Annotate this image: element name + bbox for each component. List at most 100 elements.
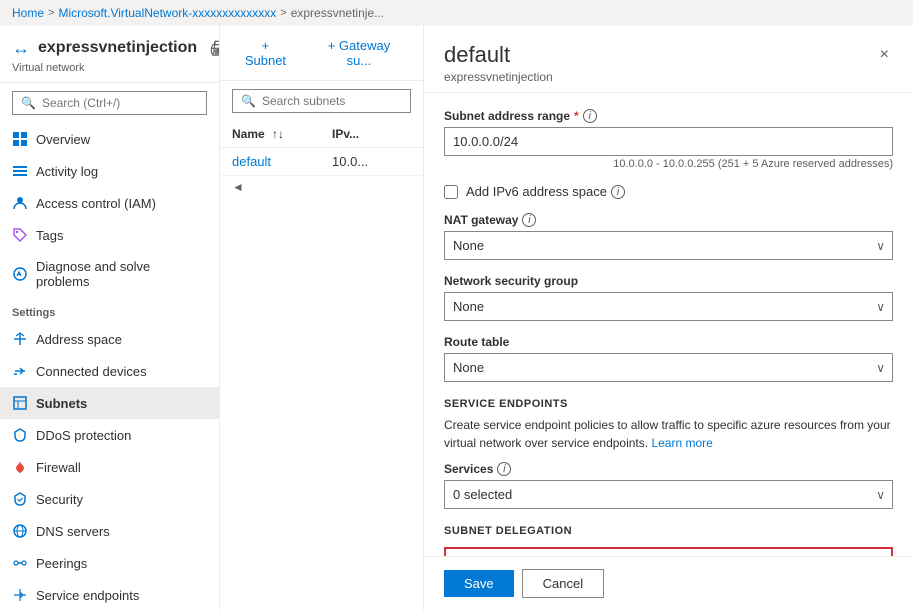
service-endpoints-label: Service endpoints <box>36 588 139 603</box>
sidebar-item-address-space[interactable]: Address space <box>0 323 219 355</box>
address-space-label: Address space <box>36 332 122 347</box>
service-endpoints-icon <box>12 587 28 603</box>
subnets-icon <box>12 395 28 411</box>
subnet-delegation-title: SUBNET DELEGATION <box>444 525 893 537</box>
close-button[interactable]: × <box>876 42 893 68</box>
add-gateway-subnet-button[interactable]: + Gateway su... <box>307 34 411 72</box>
sidebar-item-access-control[interactable]: Access control (IAM) <box>0 187 219 219</box>
sidebar-search-box[interactable]: 🔍 <box>12 91 207 115</box>
sidebar-title-row: ↔ expressvnetinjection 🖨 « <box>12 36 207 60</box>
print-icon[interactable]: 🖨 <box>209 40 220 57</box>
breadcrumb-sep-1: > <box>48 7 54 19</box>
search-icon: 🔍 <box>21 96 36 110</box>
connected-devices-icon <box>12 363 28 379</box>
sidebar-item-peerings[interactable]: Peerings <box>0 547 219 579</box>
sort-icon[interactable]: ↑↓ <box>272 127 284 141</box>
panel-title: default <box>444 42 553 68</box>
panel-header: default expressvnetinjection × <box>424 26 913 93</box>
panel-footer: Save Cancel <box>424 556 913 610</box>
delegation-box: Delegate subnet to a service i Microsoft… <box>444 547 893 556</box>
access-control-icon <box>12 195 28 211</box>
sidebar-subtitle: Virtual network <box>12 62 207 74</box>
subnet-delegation-section: SUBNET DELEGATION <box>444 525 893 537</box>
ipv6-checkbox[interactable] <box>444 185 458 199</box>
dns-servers-label: DNS servers <box>36 524 110 539</box>
subnet-search-input[interactable] <box>262 94 402 108</box>
service-endpoints-section: SERVICE ENDPOINTS Create service endpoin… <box>444 398 893 452</box>
sidebar-item-dns-servers[interactable]: DNS servers <box>0 515 219 547</box>
subnets-label: Subnets <box>36 396 87 411</box>
nat-gateway-info-icon[interactable]: i <box>522 213 536 227</box>
sidebar-item-connected-devices[interactable]: Connected devices <box>0 355 219 387</box>
breadcrumb-sep-2: > <box>280 7 286 19</box>
access-control-label: Access control (IAM) <box>36 196 156 211</box>
add-subnet-label: + Subnet <box>240 38 291 68</box>
sidebar-item-security[interactable]: Security <box>0 483 219 515</box>
vnet-icon: ↔ <box>12 38 30 59</box>
panel-header-text: default expressvnetinjection <box>444 42 553 84</box>
add-gateway-label: + Gateway su... <box>315 38 403 68</box>
subnet-search-box[interactable]: 🔍 <box>232 89 411 113</box>
ipv6-label[interactable]: Add IPv6 address space i <box>466 184 625 199</box>
firewall-icon <box>12 459 28 475</box>
search-input[interactable] <box>42 96 198 110</box>
table-header: Name ↑↓ IPv... <box>220 121 423 148</box>
nsg-label: Network security group <box>444 274 893 288</box>
address-space-icon <box>12 331 28 347</box>
connected-devices-label: Connected devices <box>36 364 147 379</box>
learn-more-link[interactable]: Learn more <box>651 436 712 450</box>
nsg-select[interactable]: None <box>444 292 893 321</box>
sidebar-item-service-endpoints[interactable]: Service endpoints <box>0 579 219 610</box>
services-select[interactable]: 0 selected <box>444 480 893 509</box>
peerings-icon <box>12 555 28 571</box>
security-label: Security <box>36 492 83 507</box>
panel-subtitle: expressvnetinjection <box>444 70 553 84</box>
peerings-label: Peerings <box>36 556 87 571</box>
breadcrumb-current: expressvnetinje... <box>291 6 384 20</box>
ddos-protection-icon <box>12 427 28 443</box>
services-info-icon[interactable]: i <box>497 462 511 476</box>
col-ipv-header: IPv... <box>332 127 411 141</box>
breadcrumb: Home > Microsoft.VirtualNetwork-xxxxxxxx… <box>0 0 913 26</box>
breadcrumb-vnet[interactable]: Microsoft.VirtualNetwork-xxxxxxxxxxxxxx <box>58 6 276 20</box>
route-table-select[interactable]: None <box>444 353 893 382</box>
services-label: Services i <box>444 462 893 476</box>
sidebar-item-activity-log[interactable]: Activity log <box>0 155 219 187</box>
firewall-label: Firewall <box>36 460 81 475</box>
service-endpoints-title: SERVICE ENDPOINTS <box>444 398 893 410</box>
sidebar-item-subnets[interactable]: Subnets <box>0 387 219 419</box>
panel-body: Subnet address range * i 10.0.0.0 - 10.0… <box>424 93 913 556</box>
settings-section-label: Settings <box>0 297 219 323</box>
sidebar-item-tags[interactable]: Tags <box>0 219 219 251</box>
tags-icon <box>12 227 28 243</box>
nsg-group: Network security group None ∨ <box>444 274 893 321</box>
content-area: + Subnet + Gateway su... 🔍 Name ↑↓ IPv..… <box>220 26 423 610</box>
services-select-control: 0 selected ∨ <box>444 480 893 509</box>
subnet-address-range-label: Subnet address range * i <box>444 109 893 123</box>
subnet-address-info-icon[interactable]: i <box>583 109 597 123</box>
nat-gateway-select-control: None ∨ <box>444 231 893 260</box>
tags-label: Tags <box>36 228 63 243</box>
subnet-name-cell: default <box>232 154 332 169</box>
overview-icon <box>12 131 28 147</box>
table-row[interactable]: default 10.0... <box>220 148 423 176</box>
cancel-button[interactable]: Cancel <box>522 569 604 598</box>
breadcrumb-home[interactable]: Home <box>12 6 44 20</box>
scroll-indicator: ◄ <box>220 176 423 198</box>
save-button[interactable]: Save <box>444 570 514 597</box>
sidebar-item-ddos-protection[interactable]: DDoS protection <box>0 419 219 451</box>
sidebar-item-firewall[interactable]: Firewall <box>0 451 219 483</box>
sidebar-item-diagnose[interactable]: Diagnose and solve problems <box>0 251 219 297</box>
activity-log-icon <box>12 163 28 179</box>
right-panel: default expressvnetinjection × Subnet ad… <box>423 26 913 610</box>
add-subnet-button[interactable]: + Subnet <box>232 34 299 72</box>
nat-gateway-group: NAT gateway i None ∨ <box>444 213 893 260</box>
sidebar-header: ↔ expressvnetinjection 🖨 « Virtual netwo… <box>0 26 219 83</box>
subnet-search-icon: 🔍 <box>241 94 256 108</box>
subnet-address-range-input[interactable] <box>444 127 893 156</box>
diagnose-icon <box>12 266 28 282</box>
ipv6-info-icon[interactable]: i <box>611 185 625 199</box>
sidebar-item-overview[interactable]: Overview <box>0 123 219 155</box>
nat-gateway-select[interactable]: None <box>444 231 893 260</box>
required-indicator: * <box>574 109 579 123</box>
